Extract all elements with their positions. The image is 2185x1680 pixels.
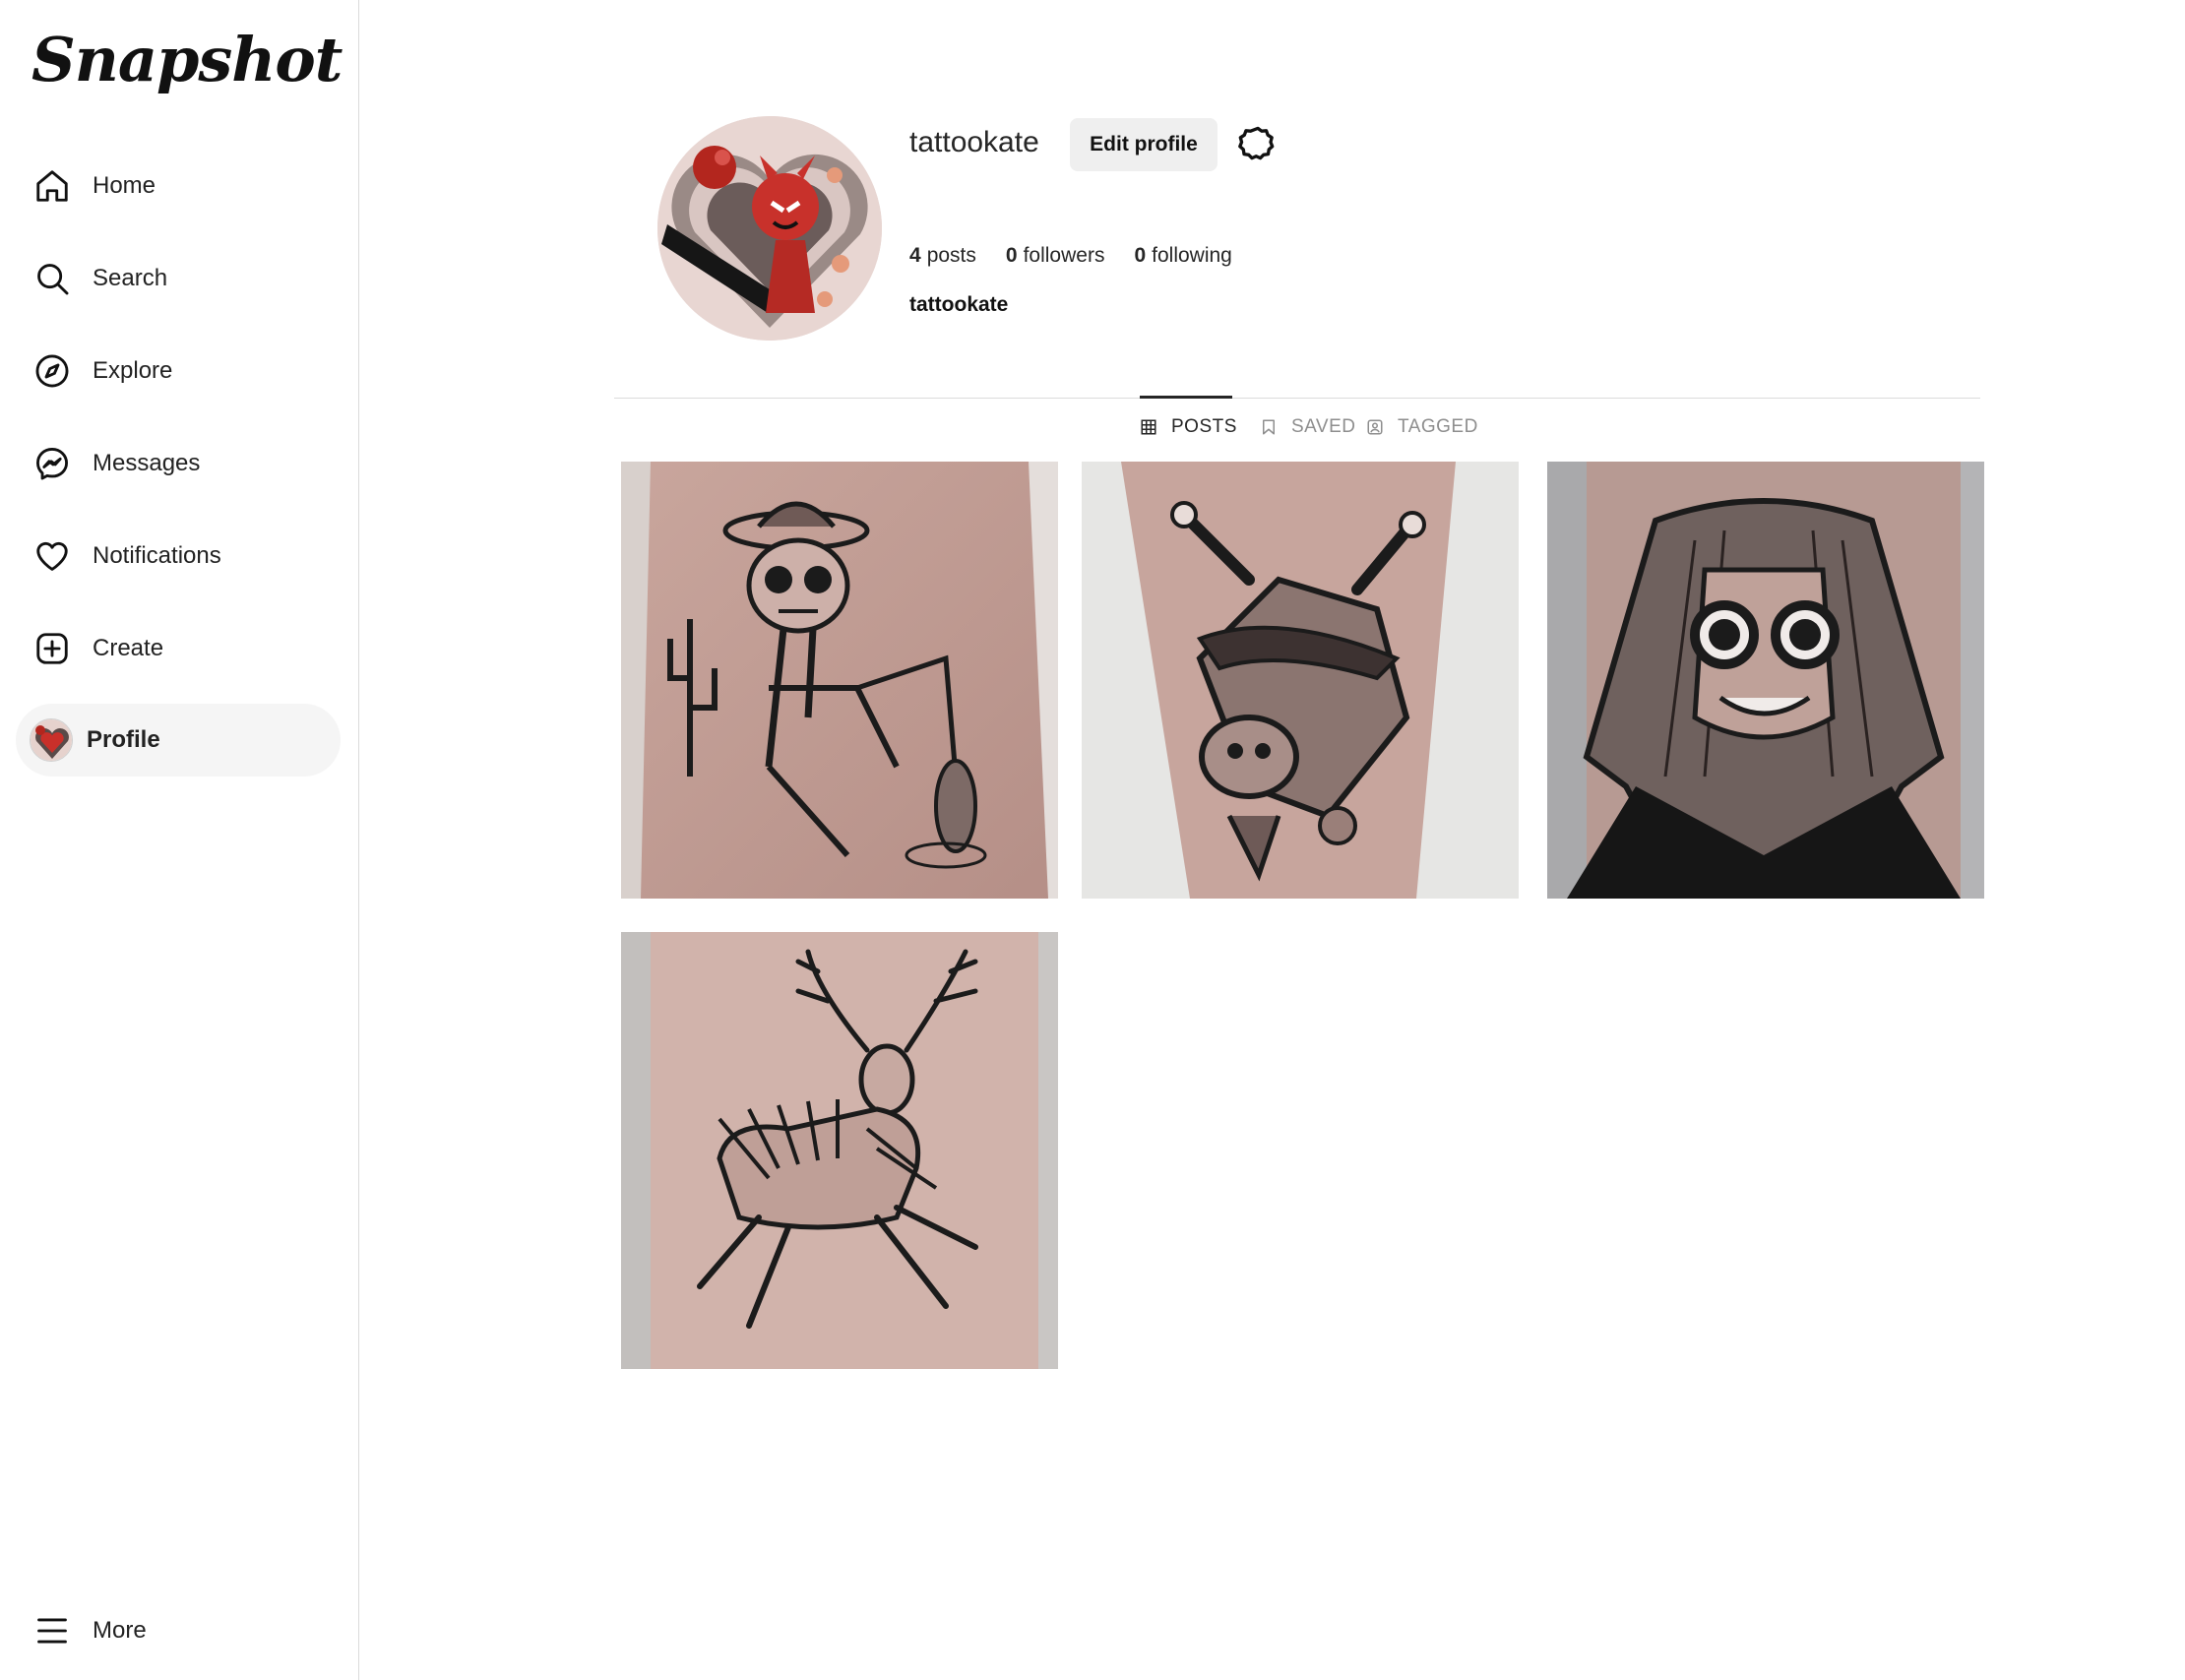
sidebar-item-explore[interactable]: Explore xyxy=(16,335,341,407)
following-stat[interactable]: 0 following xyxy=(1134,244,1231,268)
bookmark-icon xyxy=(1263,419,1275,435)
plus-square-icon xyxy=(16,612,85,685)
avatar xyxy=(30,718,73,762)
sidebar-item-create[interactable]: Create xyxy=(16,612,341,685)
tab-tagged[interactable]: TAGGED xyxy=(1366,416,1478,438)
home-icon xyxy=(16,150,85,222)
following-count: 0 xyxy=(1134,244,1147,267)
post-image xyxy=(621,932,1058,1369)
grid-icon xyxy=(1141,419,1156,435)
sidebar-item-label: Messages xyxy=(93,450,201,476)
followers-count: 0 xyxy=(1005,244,1018,267)
post-thumbnail[interactable] xyxy=(621,462,1058,899)
sidebar-item-label: More xyxy=(93,1617,147,1644)
edit-profile-button[interactable]: Edit profile xyxy=(1070,118,1217,171)
sidebar: Snapshot Home Search Explore Messages No… xyxy=(0,0,359,1680)
search-icon xyxy=(16,242,85,315)
sidebar-item-profile[interactable]: Profile xyxy=(16,704,341,777)
post-thumbnail[interactable] xyxy=(621,932,1058,1369)
sidebar-item-notifications[interactable]: Notifications xyxy=(16,520,341,592)
post-image xyxy=(1082,462,1519,899)
compass-icon xyxy=(16,335,85,407)
posts-count: 4 xyxy=(909,244,921,267)
followers-stat[interactable]: 0 followers xyxy=(1006,244,1105,268)
sidebar-item-home[interactable]: Home xyxy=(16,150,341,222)
following-label: following xyxy=(1152,244,1232,267)
posts-label: posts xyxy=(926,244,976,267)
heart-icon xyxy=(16,520,85,592)
tab-label: TAGGED xyxy=(1398,416,1478,437)
profile-stats: 4 posts 0 followers 0 following xyxy=(909,244,1232,268)
profile-avatar[interactable] xyxy=(657,116,882,341)
sidebar-item-search[interactable]: Search xyxy=(16,242,341,315)
sidebar-item-label: Notifications xyxy=(93,542,221,569)
sidebar-item-label: Create xyxy=(93,635,164,661)
gear-icon[interactable] xyxy=(1237,124,1279,165)
tab-saved[interactable]: SAVED xyxy=(1260,416,1356,438)
sidebar-item-more[interactable]: More xyxy=(16,1594,341,1667)
post-image xyxy=(1547,462,1984,899)
sidebar-item-label: Explore xyxy=(93,357,173,384)
app-logo[interactable]: Snapshot xyxy=(31,30,343,91)
active-tab-indicator xyxy=(1140,396,1232,399)
profile-username: tattookate xyxy=(909,126,1039,158)
menu-icon xyxy=(16,1594,85,1667)
profile-display-name: tattookate xyxy=(909,293,1009,316)
post-thumbnail[interactable] xyxy=(1082,462,1519,899)
tab-label: SAVED xyxy=(1291,416,1356,437)
posts-count-stat: 4 posts xyxy=(909,244,976,268)
sidebar-item-label: Home xyxy=(93,172,156,199)
post-thumbnail[interactable] xyxy=(1547,462,1984,899)
sidebar-item-messages[interactable]: Messages xyxy=(16,427,341,500)
tag-user-icon xyxy=(1367,419,1383,435)
followers-label: followers xyxy=(1023,244,1105,267)
tab-label: POSTS xyxy=(1171,416,1237,437)
sidebar-item-label: Profile xyxy=(87,726,160,753)
post-image xyxy=(621,462,1058,899)
tabs-divider xyxy=(614,398,1980,399)
sidebar-item-label: Search xyxy=(93,265,168,291)
messenger-icon xyxy=(16,427,85,500)
tab-posts[interactable]: POSTS xyxy=(1140,416,1237,438)
